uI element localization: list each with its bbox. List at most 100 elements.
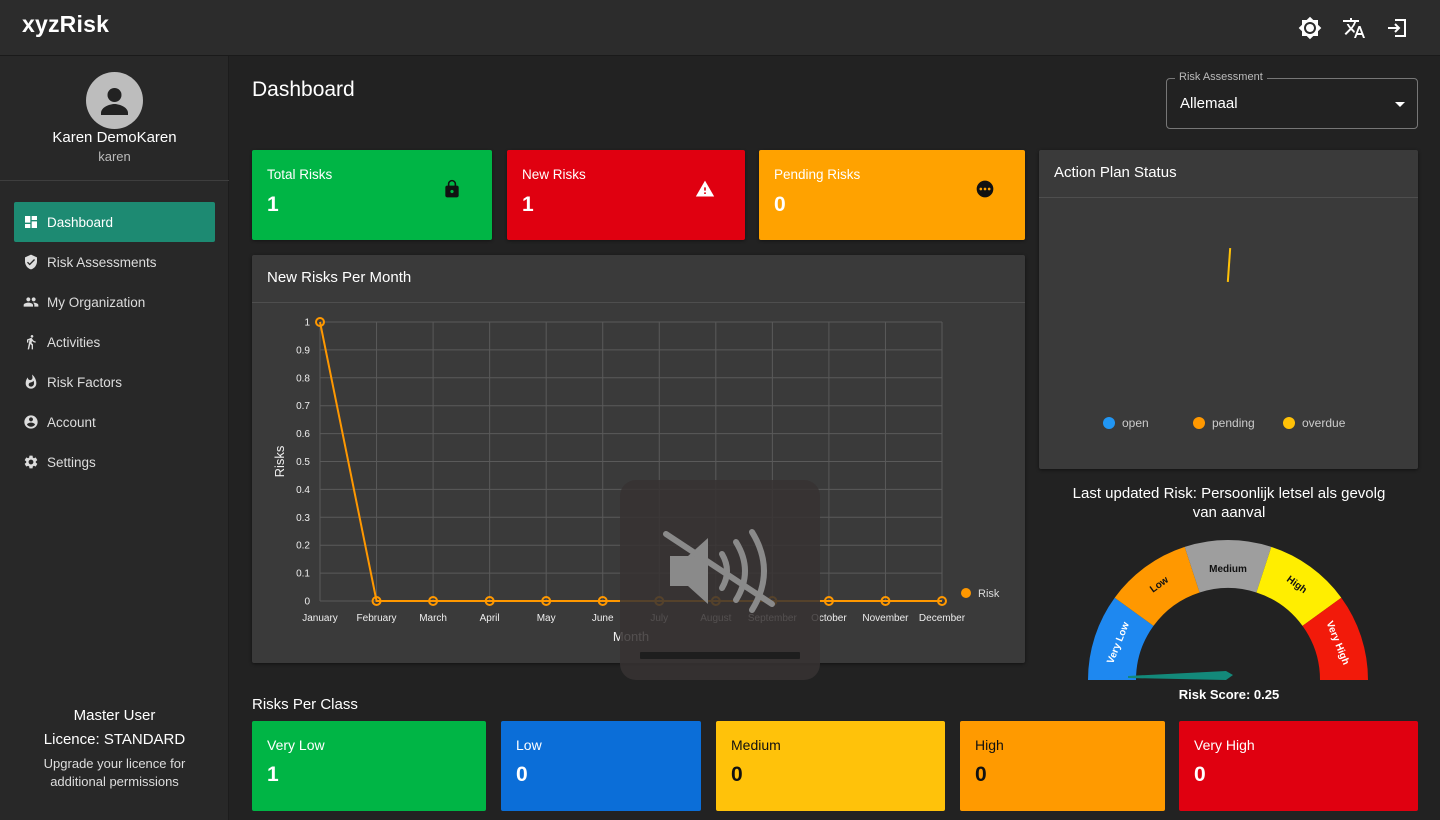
legend-swatch — [961, 588, 971, 598]
class-card-low[interactable]: Low 0 — [501, 721, 701, 811]
class-value: 1 — [267, 763, 279, 786]
panel-divider — [1039, 197, 1418, 198]
sidebar-item-activities[interactable]: Activities — [14, 322, 215, 362]
licence-note: Upgrade your licence for additional perm… — [43, 756, 186, 789]
total-risks-card[interactable]: Total Risks 1 — [252, 150, 492, 240]
x-tick-label: May — [537, 613, 556, 624]
legend-label: Risk — [978, 588, 1000, 600]
risk-assessment-select[interactable]: Risk Assessment Allemaal — [1166, 71, 1418, 129]
legend-item-pending[interactable]: pending — [1193, 416, 1255, 430]
y-tick-label: 0.3 — [296, 513, 310, 524]
sidebar: Karen DemoKaren karen Dashboard Risk Ass… — [0, 56, 229, 820]
y-tick-label: 0.9 — [296, 345, 310, 356]
action-plan-status-panel: Action Plan Status open pending overdue — [1039, 150, 1418, 469]
volume-off-icon — [663, 529, 775, 613]
avatar[interactable] — [86, 72, 143, 129]
sidebar-item-account[interactable]: Account — [14, 402, 215, 442]
volume-level-bar — [640, 652, 800, 659]
sidebar-item-dashboard[interactable]: Dashboard — [14, 202, 215, 242]
sidebar-item-my-organization[interactable]: My Organization — [14, 282, 215, 322]
legend-label: open — [1122, 416, 1149, 430]
sidebar-item-label: Risk Factors — [47, 374, 123, 390]
class-card-very-low[interactable]: Very Low 1 — [252, 721, 486, 811]
legend-label: overdue — [1302, 416, 1346, 430]
new-risks-card[interactable]: New Risks 1 — [507, 150, 745, 240]
user-name: Karen DemoKaren — [52, 129, 177, 146]
class-label: High — [975, 737, 1004, 753]
class-label: Very High — [1194, 737, 1255, 753]
people-icon — [23, 297, 39, 307]
new-risks-label: New Risks — [522, 167, 586, 182]
sidebar-item-label: Activities — [47, 334, 101, 350]
x-tick-label: January — [302, 613, 338, 624]
x-tick-label: March — [419, 613, 447, 624]
y-tick-label: 0 — [304, 597, 310, 608]
y-axis-label: Risks — [272, 445, 287, 477]
person-icon — [101, 88, 128, 115]
volume-muted-overlay — [620, 480, 820, 680]
legend-swatch — [1103, 417, 1115, 429]
new-risks-value: 1 — [522, 193, 534, 216]
legend-swatch — [1193, 417, 1205, 429]
sidebar-divider — [0, 180, 229, 181]
sidebar-item-label: Risk Assessments — [47, 254, 157, 270]
sidebar-item-label: Account — [47, 414, 96, 430]
sidebar-item-settings[interactable]: Settings — [14, 442, 215, 482]
class-label: Medium — [731, 737, 781, 753]
pending-risks-card[interactable]: Pending Risks 0 — [759, 150, 1025, 240]
shield-check-icon — [25, 254, 37, 270]
class-card-high[interactable]: High 0 — [960, 721, 1165, 811]
app-logo[interactable]: xyzRisk — [22, 11, 109, 38]
sidebar-nav: Dashboard Risk Assessments My Organizati… — [14, 202, 215, 482]
total-risks-label: Total Risks — [267, 167, 333, 182]
class-value: 0 — [975, 763, 987, 786]
logout-icon[interactable] — [1385, 16, 1409, 40]
sidebar-item-label: Settings — [47, 454, 96, 470]
gauge-label-medium: Medium — [1209, 564, 1247, 575]
x-tick-label: February — [357, 613, 397, 624]
class-card-medium[interactable]: Medium 0 — [716, 721, 945, 811]
legend-item-open[interactable]: open — [1103, 416, 1149, 430]
x-tick-label: November — [862, 613, 909, 624]
y-tick-label: 0.5 — [296, 457, 310, 468]
licence-role: Master User — [73, 707, 156, 724]
licence-type: Licence: STANDARD — [43, 731, 186, 748]
page-title: Dashboard — [252, 78, 355, 101]
x-tick-label: June — [592, 613, 614, 624]
pending-risks-label: Pending Risks — [774, 167, 861, 182]
top-app-bar: xyzRisk — [0, 0, 1440, 56]
x-tick-label: April — [480, 613, 500, 624]
sidebar-item-label: My Organization — [47, 294, 146, 310]
main-content: Dashboard Risk Assessment Allemaal Total… — [230, 56, 1440, 820]
walk-icon — [27, 335, 36, 350]
y-tick-label: 0.7 — [296, 401, 310, 412]
x-tick-label: December — [919, 613, 966, 624]
legend-swatch — [1283, 417, 1295, 429]
class-label: Very Low — [267, 737, 325, 753]
more-horiz-circle-icon — [976, 180, 994, 198]
chevron-down-icon — [1395, 102, 1405, 107]
class-label: Low — [516, 737, 542, 753]
last-updated-risk-title: Last updated Risk: Persoonlijk letsel al… — [1072, 485, 1386, 521]
sidebar-item-risk-factors[interactable]: Risk Factors — [14, 362, 215, 402]
class-value: 0 — [1194, 763, 1206, 786]
y-tick-label: 0.1 — [296, 569, 310, 580]
sidebar-item-risk-assessments[interactable]: Risk Assessments — [14, 242, 215, 282]
account-circle-icon — [24, 415, 38, 429]
gauge-needle — [1128, 671, 1233, 680]
pending-risks-value: 0 — [774, 193, 786, 216]
total-risks-value: 1 — [267, 193, 279, 216]
y-tick-label: 0.6 — [296, 429, 310, 440]
brightness-icon[interactable] — [1298, 16, 1322, 40]
class-value: 0 — [731, 763, 743, 786]
gauge-segments — [1088, 540, 1368, 680]
class-card-very-high[interactable]: Very High 0 — [1179, 721, 1418, 811]
y-tick-label: 0.4 — [296, 485, 310, 496]
lock-icon — [445, 179, 459, 198]
legend-item-overdue[interactable]: overdue — [1283, 416, 1345, 430]
translate-icon[interactable] — [1342, 16, 1366, 40]
risks-per-class-title: Risks Per Class — [252, 696, 358, 713]
risk-assessment-select-value: Allemaal — [1180, 95, 1238, 112]
warning-icon — [695, 180, 715, 197]
risk-score-label: Risk Score: 0.25 — [1178, 687, 1280, 702]
